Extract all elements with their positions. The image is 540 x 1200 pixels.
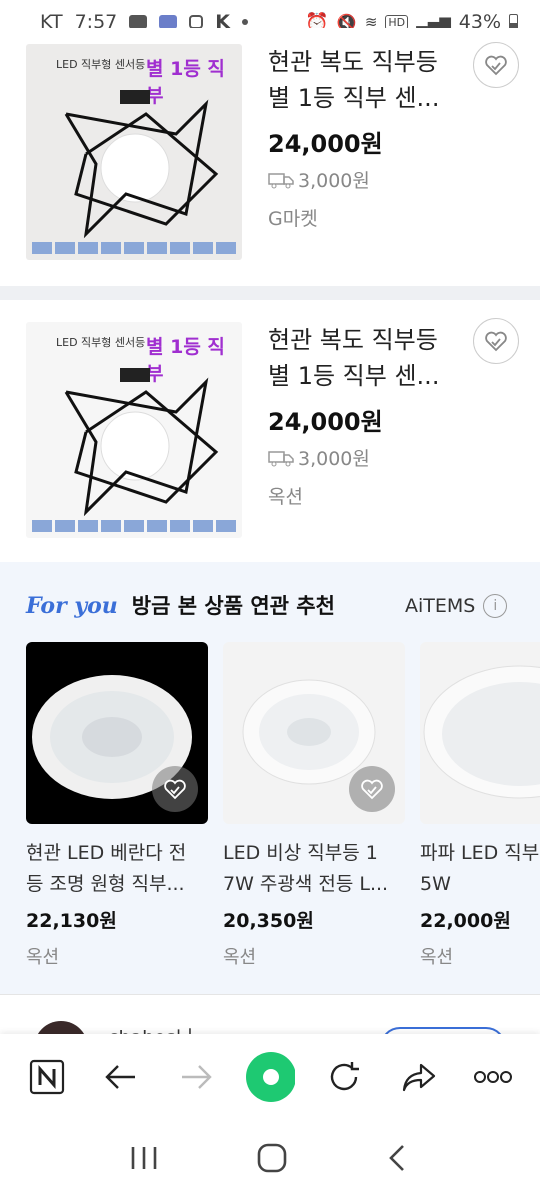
seller-row: chahos님 [0,994,540,1034]
heart-check-icon [485,331,507,352]
recommend-title[interactable]: 파파 LED 직부 5W [420,838,540,900]
title-line: LED 비상 직부등 1 [223,842,378,864]
truck-icon [268,450,294,466]
refresh-button[interactable] [319,1052,369,1102]
browser-toolbar [0,1034,540,1120]
recent-apps-icon [131,1147,157,1169]
title-line: 5W [420,873,451,895]
recommend-price: 22,130원 [26,910,117,932]
wishlist-button[interactable] [473,318,519,364]
recommend-item[interactable]: LED 비상 직부등 1 7W 주광색 전등 L... 20,350원 옥션 [223,642,405,969]
recommend-item[interactable]: 현관 LED 베란다 전 등 조명 원형 직부... 22,130원 옥션 [26,642,208,969]
product-title-line: 별 1등 직부 센... [268,362,440,390]
seller-nickname: chahos님 [108,1023,193,1034]
product-card[interactable]: LED 직부형 센서등 별 1등 직부 현관 복도 직부등 별 1등 직부 센.… [0,300,540,560]
recommend-image[interactable] [223,642,405,824]
naver-button[interactable] [22,1052,72,1102]
refresh-icon [331,1062,360,1091]
forward-button[interactable] [171,1052,221,1102]
recommend-header: For you 방금 본 상품 연관 추천 [26,590,335,620]
wishlist-button[interactable] [473,42,519,88]
recommend-item[interactable]: 파파 LED 직부 5W 22,000원 옥션 [420,642,540,969]
recommend-price: 20,350원 [223,910,314,932]
recommend-price: 22,000원 [420,910,511,932]
title-line: 7W 주광색 전등 L... [223,873,389,895]
product-card[interactable]: LED 직부형 센서등 별 1등 직부 현관 복도 직부등 별 1등 직부 센.… [0,28,540,288]
title-line: 등 조명 원형 직부... [26,873,185,895]
youtube-icon [129,15,148,29]
aitems-provider[interactable]: AiTEMS i [405,594,508,618]
shipping-fee: 3,000원 [268,166,370,193]
heart-check-icon [164,779,186,800]
star-lamp-illustration [64,368,219,517]
follow-button[interactable] [380,1027,506,1034]
recommend-title[interactable]: 현관 LED 베란다 전 등 조명 원형 직부... [26,838,212,900]
green-home-button[interactable] [245,1052,295,1102]
product-title[interactable]: 현관 복도 직부등 별 1등 직부 센... [268,322,458,394]
back-nav-button[interactable] [383,1141,413,1179]
dot-icon [242,19,248,25]
spec-badges [32,242,236,256]
home-button[interactable] [255,1141,289,1179]
section-divider [0,286,540,300]
back-chevron-icon [389,1145,404,1171]
recommend-seller: 옥션 [223,947,257,968]
shipping-value: 3,000원 [298,170,370,192]
shipping-fee: 3,000원 [268,444,370,471]
product-title[interactable]: 현관 복도 직부등 별 1등 직부 센... [268,44,458,116]
news-icon [159,15,178,29]
spec-badges [32,520,236,534]
wishlist-button[interactable] [152,766,198,812]
recommend-seller: 옥션 [26,947,60,968]
recommend-seller: 옥션 [420,947,454,968]
star-lamp-illustration [64,90,219,239]
recent-apps-button[interactable] [127,1143,161,1177]
product-price: 24,000원 [268,130,383,158]
recommend-image[interactable] [420,642,540,824]
product-title-line: 별 1등 직부 센... [268,84,440,112]
avatar[interactable] [34,1021,88,1034]
naver-icon [30,1059,65,1095]
seller-name: G마켓 [268,208,318,230]
back-button[interactable] [96,1052,146,1102]
recommend-title: 방금 본 상품 연관 추천 [131,594,335,618]
for-you-logo: For you [26,593,118,619]
seller-name: 옥션 [268,486,303,508]
share-icon [402,1063,435,1092]
system-nav-bar [0,1120,540,1200]
heart-check-icon [485,55,507,76]
more-button[interactable] [468,1052,518,1102]
shipping-value: 3,000원 [298,448,370,470]
truck-icon [268,172,294,188]
info-icon[interactable]: i [483,594,508,618]
home-green-circle-icon [245,1052,295,1102]
product-title-line: 현관 복도 직부등 [268,326,438,354]
back-arrow-icon [105,1065,136,1089]
recommend-title[interactable]: LED 비상 직부등 1 7W 주광색 전등 L... [223,838,409,900]
product-price: 24,000원 [268,408,383,436]
more-icon [473,1071,512,1083]
provider-label: AiTEMS [405,595,476,617]
title-line: 현관 LED 베란다 전 [26,842,187,864]
title-line: 파파 LED 직부 [420,842,540,864]
share-button[interactable] [394,1052,444,1102]
ceiling-light-illustration [423,665,540,799]
product-title-line: 현관 복도 직부등 [268,48,438,76]
product-image[interactable]: LED 직부형 센서등 별 1등 직부 [26,44,242,260]
home-icon [257,1143,287,1173]
forward-arrow-icon [181,1065,212,1089]
product-image[interactable]: LED 직부형 센서등 별 1등 직부 [26,322,242,538]
wishlist-button[interactable] [349,766,395,812]
instagram-icon [189,15,204,29]
heart-check-icon [361,779,383,800]
recommend-section: For you 방금 본 상품 연관 추천 AiTEMS i 현관 LED 베란… [0,562,540,994]
recommend-image[interactable] [26,642,208,824]
